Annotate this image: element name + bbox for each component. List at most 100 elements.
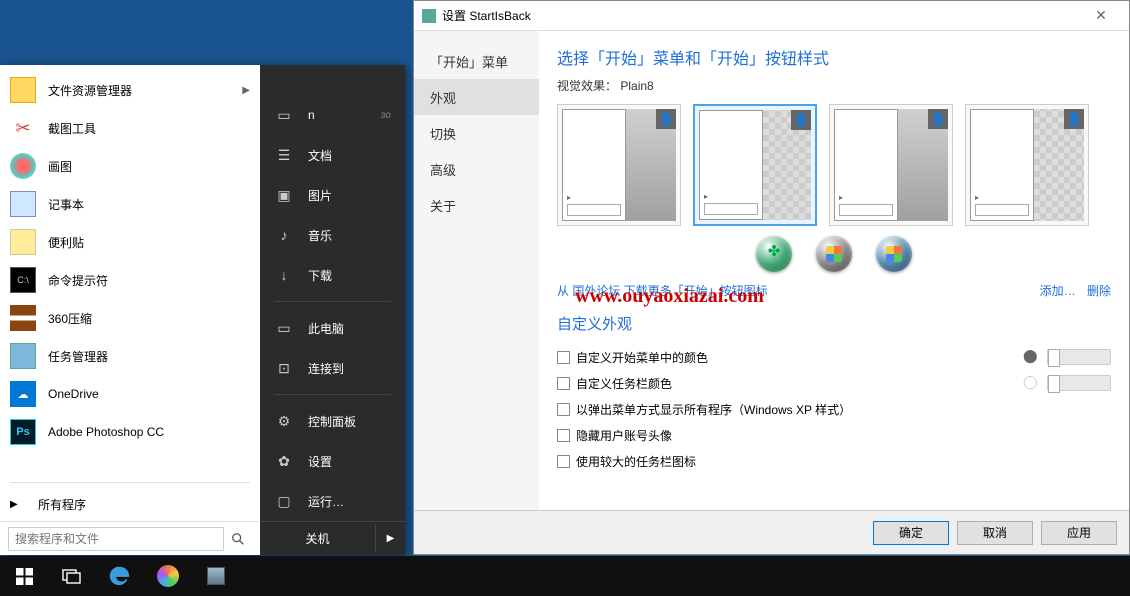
app-file-explorer[interactable]: 文件资源管理器▶ — [0, 71, 260, 109]
pictures[interactable]: ▣图片 — [260, 175, 405, 215]
divider — [274, 394, 391, 395]
dialog-content: 选择「开始」菜单和「开始」按钮样式 视觉效果： Plain8 👤 👤 👤 👤 w… — [539, 31, 1129, 510]
nav-switching[interactable]: 切换 — [414, 115, 539, 151]
connect-to[interactable]: ⊡连接到 — [260, 348, 405, 388]
app-paint[interactable]: 画图 — [0, 147, 260, 185]
app-sticky-notes[interactable]: 便利贴 — [0, 223, 260, 261]
app-onedrive[interactable]: ☁OneDrive — [0, 375, 260, 413]
color-drop-icon[interactable]: ⬤ — [1023, 348, 1041, 366]
search-input[interactable] — [8, 527, 224, 551]
orb-clover[interactable] — [756, 236, 792, 272]
pinned-apps: 文件资源管理器▶ ✂截图工具 画图 记事本 便利贴 C:\命令提示符 360压缩… — [0, 65, 260, 478]
remove-link[interactable]: 删除 — [1087, 284, 1111, 298]
theme-option-2[interactable]: 👤 — [693, 104, 817, 226]
power-row: 关机 ▶ — [260, 521, 405, 555]
start-menu-left: 文件资源管理器▶ ✂截图工具 画图 记事本 便利贴 C:\命令提示符 360压缩… — [0, 65, 260, 555]
avatar-icon: 👤 — [1064, 109, 1084, 129]
opacity-slider[interactable] — [1047, 349, 1111, 365]
checkbox[interactable] — [557, 429, 570, 442]
search-button[interactable] — [224, 527, 252, 551]
item-label: 音乐 — [308, 227, 332, 244]
color-wheel-icon — [157, 565, 179, 587]
app-notepad[interactable]: 记事本 — [0, 185, 260, 223]
check-hide-avatar: 隐藏用户账号头像 — [557, 422, 1111, 448]
check-label: 自定义任务栏颜色 — [576, 375, 672, 392]
check-large-icons: 使用较大的任务栏图标 — [557, 448, 1111, 474]
dialog-nav: 「开始」菜单 外观 切换 高级 关于 — [414, 31, 539, 510]
cancel-button[interactable]: 取消 — [957, 521, 1033, 545]
control-panel[interactable]: ⚙控制面板 — [260, 401, 405, 441]
terminal-icon: C:\ — [10, 267, 36, 293]
checkbox[interactable] — [557, 377, 570, 390]
item-label: 图片 — [308, 187, 332, 204]
theme-option-1[interactable]: 👤 — [557, 104, 681, 226]
nav-start-menu[interactable]: 「开始」菜单 — [414, 43, 539, 79]
dialog-body: 「开始」菜单 外观 切换 高级 关于 选择「开始」菜单和「开始」按钮样式 视觉效… — [414, 31, 1129, 510]
check-label: 以弹出菜单方式显示所有程序（Windows XP 样式） — [576, 401, 851, 418]
shutdown-button[interactable]: 关机 — [260, 522, 375, 555]
divider — [10, 482, 250, 483]
nav-advanced[interactable]: 高级 — [414, 151, 539, 187]
apply-button[interactable]: 应用 — [1041, 521, 1117, 545]
tools-icon: ⚙ — [274, 413, 294, 430]
settings[interactable]: ✿设置 — [260, 441, 405, 481]
run[interactable]: ▢运行… — [260, 481, 405, 521]
user-folder[interactable]: ▭nɜo — [260, 95, 405, 135]
orb-win-blue[interactable] — [876, 236, 912, 272]
photoshop-icon: Ps — [10, 419, 36, 445]
start-button[interactable] — [0, 556, 48, 596]
windows-icon — [16, 568, 33, 585]
task-view-icon — [62, 568, 82, 584]
search-bar — [0, 521, 260, 555]
documents[interactable]: ☰文档 — [260, 135, 405, 175]
app-360zip[interactable]: 360压缩 — [0, 299, 260, 337]
task-view-button[interactable] — [48, 556, 96, 596]
app-cmd[interactable]: C:\命令提示符 — [0, 261, 260, 299]
app-orb-button[interactable] — [144, 556, 192, 596]
visual-style-row: 视觉效果： Plain8 — [557, 77, 1111, 94]
avatar-icon: 👤 — [928, 109, 948, 129]
downloads[interactable]: ↓下载 — [260, 255, 405, 295]
download-more-link[interactable]: 从 国外论坛 下载更多「开始」按钮图标 — [557, 282, 768, 299]
ok-button[interactable]: 确定 — [873, 521, 949, 545]
opacity-slider[interactable] — [1047, 375, 1111, 391]
start-menu-right: ▭nɜo ☰文档 ▣图片 ♪ 音乐 ↓下载 ▭此电脑 ⊡连接到 ⚙控制面板 ✿设置… — [260, 65, 405, 555]
taskbar — [0, 556, 1130, 596]
add-link[interactable]: 添加… — [1040, 284, 1076, 298]
search-icon — [231, 532, 245, 546]
music-icon: ♪ — [274, 227, 294, 243]
checkbox[interactable] — [557, 351, 570, 364]
window-icon — [207, 567, 225, 585]
chevron-right-icon: ▶ — [242, 85, 250, 96]
palette-icon — [10, 153, 36, 179]
checkbox[interactable] — [557, 455, 570, 468]
visual-style-value: Plain8 — [620, 79, 653, 93]
nav-about[interactable]: 关于 — [414, 187, 539, 223]
color-drop-icon[interactable]: ◯ — [1023, 374, 1041, 392]
edge-button[interactable] — [96, 556, 144, 596]
nav-appearance[interactable]: 外观 — [414, 79, 539, 115]
all-programs[interactable]: ▶所有程序 — [0, 487, 260, 521]
check-menu-color: 自定义开始菜单中的颜色 ⬤ — [557, 344, 1111, 370]
app-task-manager[interactable]: 任务管理器 — [0, 337, 260, 375]
check-label: 自定义开始菜单中的颜色 — [576, 349, 708, 366]
this-pc[interactable]: ▭此电脑 — [260, 308, 405, 348]
app-snipping-tool[interactable]: ✂截图工具 — [0, 109, 260, 147]
power-options-button[interactable]: ▶ — [375, 525, 405, 552]
scissors-icon: ✂ — [10, 115, 36, 141]
theme-option-3[interactable]: 👤 — [829, 104, 953, 226]
folder-icon — [10, 77, 36, 103]
music[interactable]: ♪ 音乐 — [260, 215, 405, 255]
close-button[interactable]: ✕ — [1081, 7, 1121, 24]
divider — [274, 301, 391, 302]
checkbox[interactable] — [557, 403, 570, 416]
content-heading: 选择「开始」菜单和「开始」按钮样式 — [557, 45, 1111, 69]
app-photoshop[interactable]: PsAdobe Photoshop CC — [0, 413, 260, 451]
theme-list: 👤 👤 👤 👤 — [557, 104, 1111, 226]
orb-win-dark[interactable] — [816, 236, 852, 272]
theme-option-4[interactable]: 👤 — [965, 104, 1089, 226]
cloud-icon: ☁ — [10, 381, 36, 407]
item-label: 文档 — [308, 147, 332, 164]
running-app-button[interactable] — [192, 556, 240, 596]
app-label: 360压缩 — [48, 310, 92, 327]
